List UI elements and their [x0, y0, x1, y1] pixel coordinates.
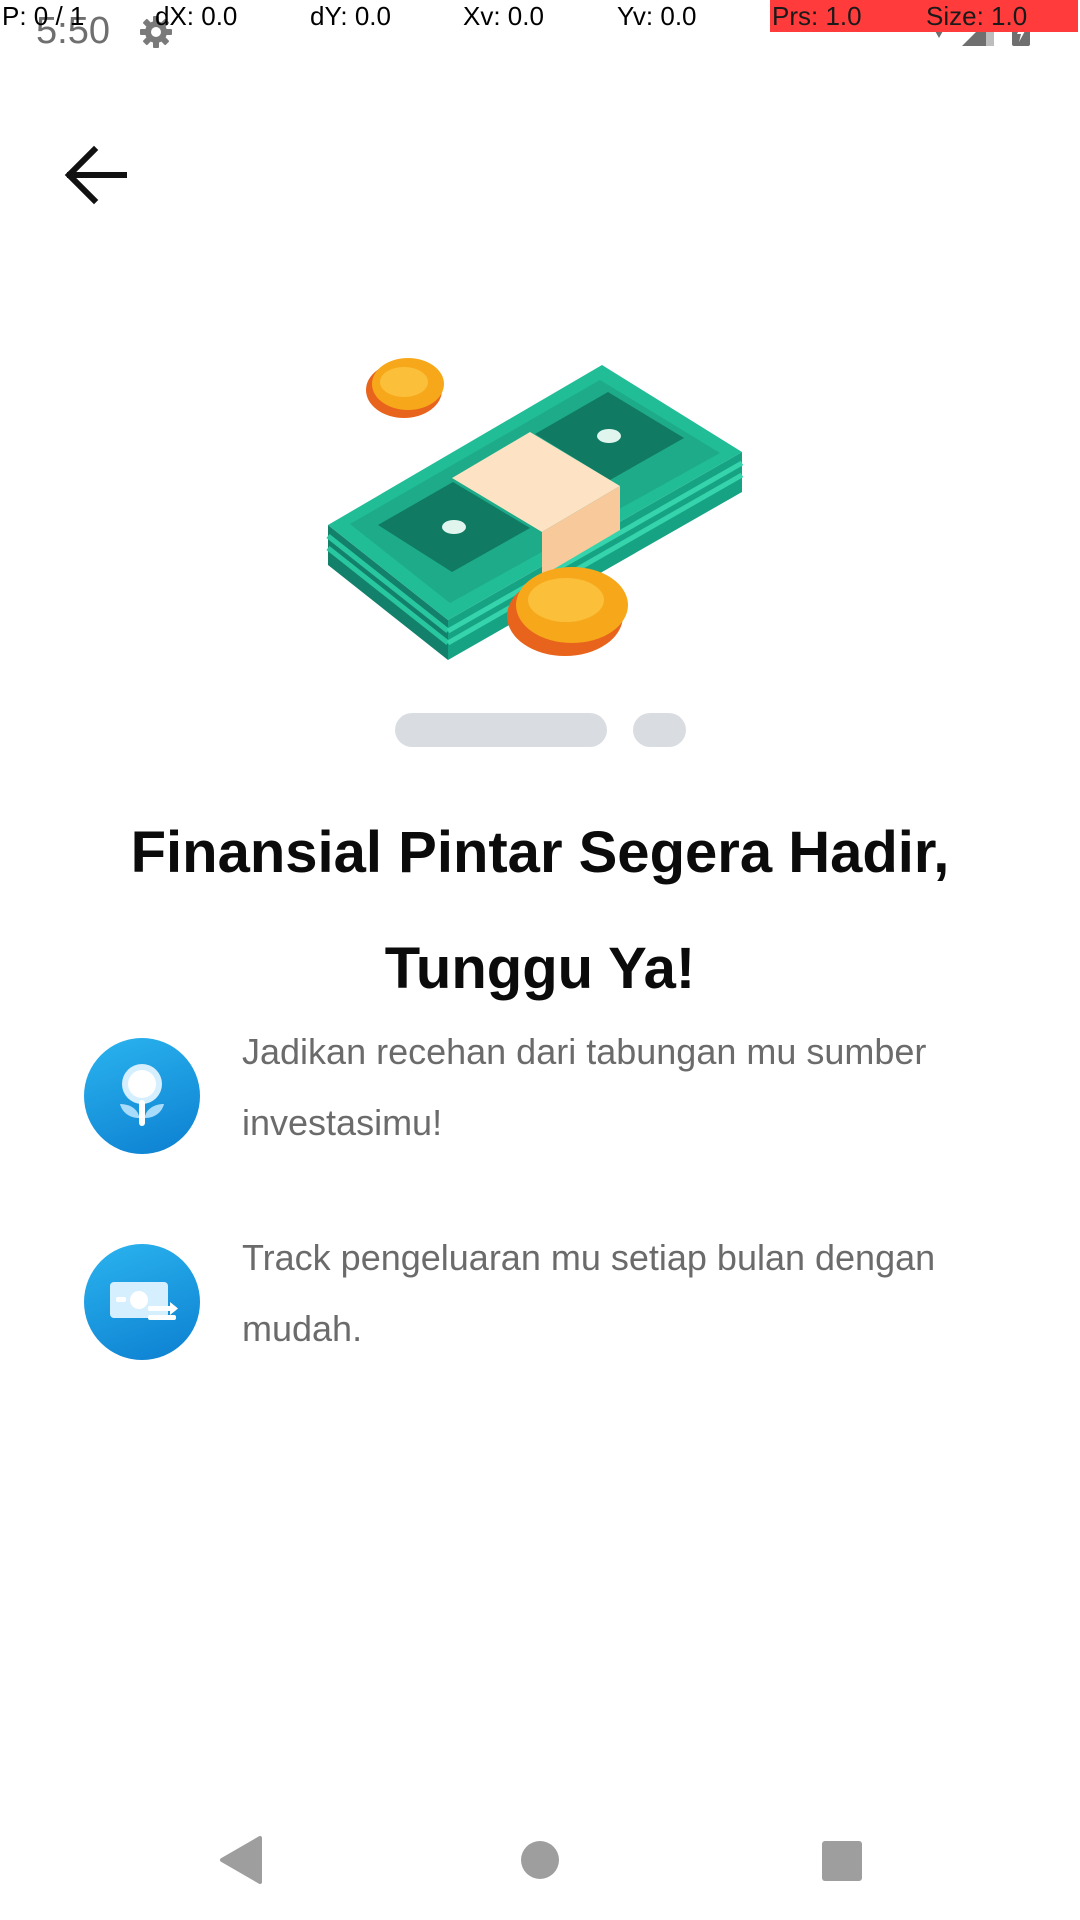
debug-dx: dX: 0.0: [155, 1, 238, 31]
system-nav-bar: [0, 1800, 1080, 1920]
nav-home-button[interactable]: [510, 1830, 570, 1890]
debug-yv: Yv: 0.0: [617, 1, 697, 31]
nav-back-button[interactable]: [208, 1830, 268, 1890]
feature-item-investment: Jadikan recehan dari tabungan mu sumber …: [84, 1031, 1004, 1158]
debug-pressure: Prs: 1.0: [770, 0, 924, 32]
page-indicator: [0, 713, 1080, 747]
nav-back-icon: [220, 1836, 262, 1884]
money-stack-coins-icon: [300, 300, 780, 690]
feature-item-expense-tracking: Track pengeluaran mu setiap bulan dengan…: [84, 1237, 1004, 1364]
arrow-left-icon: [64, 145, 127, 205]
seed-investment-icon: [84, 1038, 200, 1154]
debug-size: Size: 1.0: [924, 0, 1078, 32]
nav-home-icon: [521, 1841, 559, 1879]
debug-dy: dY: 0.0: [310, 1, 391, 31]
nav-recents-icon: [822, 1841, 862, 1881]
page-indicator-inactive: [633, 713, 686, 747]
page-indicator-active: [395, 713, 607, 747]
debug-pointer: P: 0 / 1: [2, 1, 85, 31]
nav-recents-button[interactable]: [810, 1830, 870, 1890]
feature-text: Track pengeluaran mu setiap bulan dengan…: [242, 1237, 936, 1349]
debug-xv: Xv: 0.0: [463, 1, 544, 31]
pointer-location-overlay: P: 0 / 1 dX: 0.0 dY: 0.0 Xv: 0.0 Yv: 0.0…: [0, 0, 1080, 32]
page-title: Finansial Pintar Segera Hadir, Tunggu Ya…: [130, 820, 950, 1001]
back-button[interactable]: [50, 130, 140, 220]
feature-text: Jadikan recehan dari tabungan mu sumber …: [242, 1031, 927, 1143]
money-transfer-icon: [84, 1244, 200, 1360]
